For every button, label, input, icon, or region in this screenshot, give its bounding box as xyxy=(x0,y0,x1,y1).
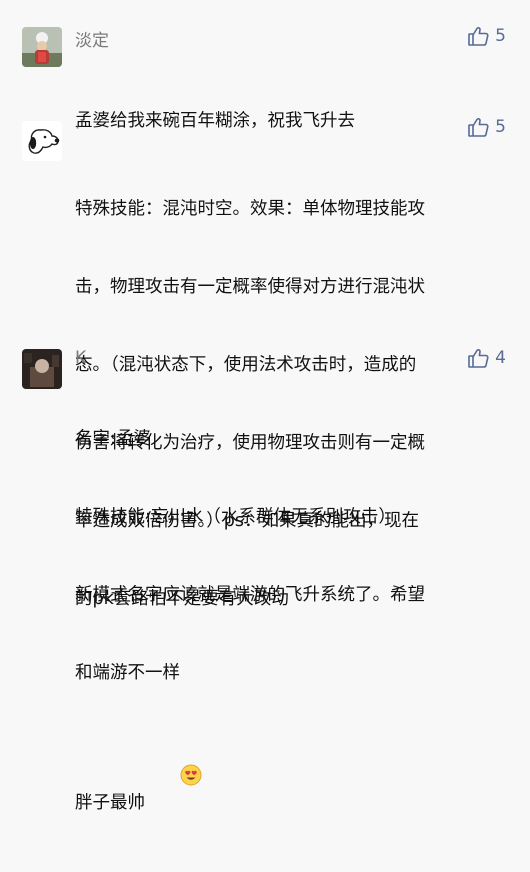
user-avatar[interactable] xyxy=(22,121,62,161)
username[interactable]: · xyxy=(75,118,80,137)
comment-text-line: 击，物理攻击有一定概率使得对方进行混沌状 xyxy=(75,277,425,297)
dark-photo-avatar-icon xyxy=(22,349,62,389)
like-button[interactable]: 5 xyxy=(468,26,506,46)
like-count: 4 xyxy=(495,348,506,368)
comment-text-line: 新模式名字应该就是端游的飞升系统了。希望 xyxy=(75,585,425,605)
comment-text-line: 特殊技能：混沌时空。效果：单体物理技能攻 xyxy=(75,199,425,219)
thumbs-up-icon xyxy=(468,118,489,137)
username[interactable]: K xyxy=(75,348,86,368)
comment-text: 名字:孟婆 特殊技能:忘川水（水系群体无系别攻击） 新模式名字应该就是端游的飞升… xyxy=(75,374,505,872)
comment-text-line: 名字:孟婆 xyxy=(75,429,151,449)
comment-text-fragment: 胖子最帅 xyxy=(75,793,145,813)
user-avatar[interactable] xyxy=(22,349,62,389)
like-count: 5 xyxy=(495,26,506,46)
heart-eyes-emoji-icon xyxy=(147,738,202,820)
snoopy-avatar-icon xyxy=(22,121,62,161)
username[interactable]: 淡定 xyxy=(75,26,109,51)
thumbs-up-icon xyxy=(468,349,489,368)
comment-text-line: 和端游不一样 xyxy=(75,663,180,683)
comment-text-line: 孟婆给我来碗百年糊涂，祝我飞升去 xyxy=(75,111,355,131)
comment-text-line: 特殊技能:忘川水（水系群体无系别攻击） xyxy=(75,507,396,527)
like-count: 5 xyxy=(495,117,506,137)
like-button[interactable]: 5 xyxy=(468,117,506,137)
chef-photo-avatar-icon xyxy=(22,27,62,67)
comment-text-line: 胖子最帅 xyxy=(75,738,505,820)
like-button[interactable]: 4 xyxy=(468,348,506,368)
user-avatar[interactable] xyxy=(22,27,62,67)
thumbs-up-icon xyxy=(468,27,489,46)
